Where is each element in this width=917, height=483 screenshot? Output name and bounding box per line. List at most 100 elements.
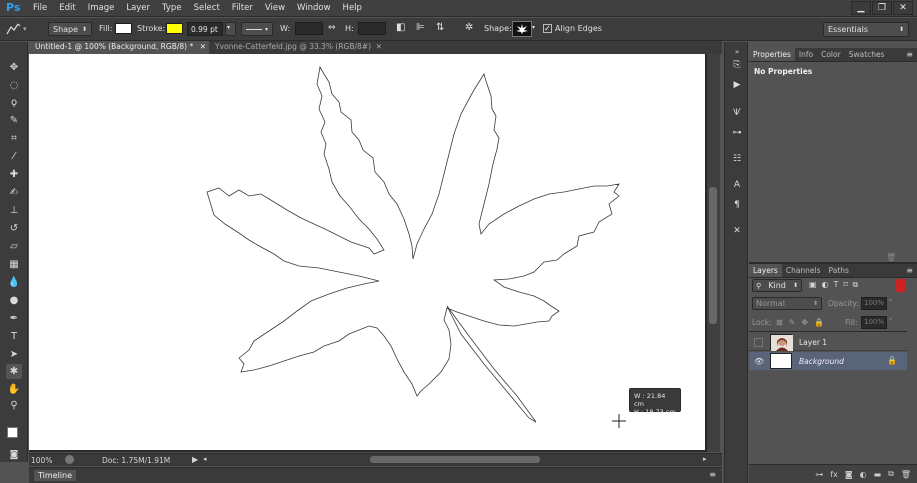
tab-info[interactable]: Info bbox=[795, 48, 817, 61]
lock-position-icon[interactable]: ✥ bbox=[801, 318, 808, 327]
blur-tool-icon[interactable]: 💧 bbox=[6, 275, 22, 290]
stroke-type-select[interactable]: ▾ bbox=[241, 22, 273, 36]
stroke-width-field[interactable]: 0.99 pt bbox=[187, 22, 223, 36]
lasso-tool-icon[interactable]: ϙ bbox=[6, 95, 22, 110]
tab-swatches[interactable]: Swatches bbox=[845, 48, 889, 61]
custom-shape-tool-icon[interactable]: ✱ bbox=[6, 364, 22, 379]
stroke-swatch[interactable] bbox=[166, 23, 183, 34]
tools-crossed-icon[interactable]: ✕ bbox=[730, 224, 744, 237]
menu-filter[interactable]: Filter bbox=[232, 3, 253, 13]
type-tool-icon[interactable]: T bbox=[6, 329, 22, 344]
layer-row-layer-1[interactable]: Layer 1 bbox=[749, 333, 907, 351]
blend-mode-select[interactable]: Normal ⬍ bbox=[752, 297, 822, 310]
horizontal-scroll-thumb[interactable] bbox=[370, 456, 540, 463]
panel-menu-icon[interactable]: ≡ bbox=[902, 48, 917, 61]
filter-smart-icon[interactable]: ⧉ bbox=[853, 280, 859, 290]
path-alignment-icon[interactable]: ⊫ bbox=[416, 22, 425, 33]
clone-source-icon[interactable]: ⊶ bbox=[730, 126, 744, 139]
tab-color[interactable]: Color bbox=[817, 48, 845, 61]
new-group-icon[interactable]: ▬ bbox=[874, 470, 882, 479]
tool-preset-picker[interactable]: ▾ bbox=[3, 21, 41, 37]
width-field[interactable] bbox=[295, 22, 323, 35]
quick-mask-icon[interactable]: ◙ bbox=[6, 447, 22, 462]
path-operations-icon[interactable]: ◧ bbox=[396, 22, 405, 33]
lock-transparent-icon[interactable]: ⊠ bbox=[776, 318, 783, 327]
shape-picker[interactable] bbox=[512, 21, 532, 37]
clone-stamp-tool-icon[interactable]: ⊥ bbox=[6, 203, 22, 218]
collapse-icon[interactable]: » bbox=[730, 45, 744, 58]
tab-paths[interactable]: Paths bbox=[825, 264, 853, 277]
paragraph-panel-icon[interactable]: ¶ bbox=[730, 198, 744, 211]
foreground-color-swatch[interactable] bbox=[7, 427, 18, 438]
menu-layer[interactable]: Layer bbox=[126, 3, 150, 13]
filter-toggle[interactable] bbox=[896, 279, 906, 292]
fill-swatch[interactable] bbox=[115, 23, 132, 34]
fill-field[interactable]: 100% bbox=[861, 316, 887, 329]
new-layer-icon[interactable]: ⧉ bbox=[888, 469, 894, 479]
dodge-tool-icon[interactable]: ● bbox=[6, 293, 22, 308]
close-tab-icon[interactable]: ✕ bbox=[200, 42, 206, 51]
filter-type-icon[interactable]: T bbox=[834, 280, 839, 290]
scroll-right-icon[interactable]: ▸ bbox=[703, 455, 707, 463]
layer-row-background[interactable]: 👁 Background 🔒 bbox=[749, 352, 907, 370]
menu-file[interactable]: File bbox=[33, 3, 47, 13]
close-tab-icon[interactable]: ✕ bbox=[376, 42, 382, 51]
brush-tool-icon[interactable]: ✍ bbox=[6, 185, 22, 200]
menu-edit[interactable]: Edit bbox=[59, 3, 75, 13]
document-canvas[interactable] bbox=[29, 54, 705, 450]
hand-tool-icon[interactable]: ✋ bbox=[6, 382, 22, 397]
height-field[interactable] bbox=[358, 22, 386, 35]
minimize-button[interactable]: ▁ bbox=[851, 1, 871, 15]
lock-all-icon[interactable]: 🔒 bbox=[814, 318, 824, 327]
tab-channels[interactable]: Channels bbox=[782, 264, 825, 277]
lock-pixels-icon[interactable]: ✎ bbox=[789, 318, 796, 327]
gradient-tool-icon[interactable]: ▦ bbox=[6, 257, 22, 272]
layer-filter-kind[interactable]: ⚲ Kind ⬍ bbox=[752, 279, 802, 292]
healing-brush-tool-icon[interactable]: ✚ bbox=[6, 167, 22, 182]
panel-menu-icon[interactable]: ≡ bbox=[902, 264, 917, 277]
zoom-tool-icon[interactable]: ⚲ bbox=[6, 398, 22, 413]
pen-tool-icon[interactable]: ✒ bbox=[6, 311, 22, 326]
tab-layers[interactable]: Layers bbox=[749, 264, 782, 277]
close-window-button[interactable]: ✕ bbox=[893, 1, 913, 15]
workspace-select[interactable]: Essentials ⬍ bbox=[823, 22, 909, 37]
crop-tool-icon[interactable]: ⌗ bbox=[6, 131, 22, 146]
history-brush-tool-icon[interactable]: ↺ bbox=[6, 221, 22, 236]
panel-menu-icon[interactable]: ≡ bbox=[709, 470, 716, 479]
stroke-width-dropdown[interactable]: ▾ bbox=[225, 22, 236, 36]
filter-adjust-icon[interactable]: ◐ bbox=[822, 280, 829, 290]
tab-untitled[interactable]: Untitled-1 @ 100% (Background, RGB/8) * … bbox=[29, 41, 209, 54]
status-info-icon[interactable] bbox=[65, 455, 74, 464]
tool-presets-icon[interactable]: ☷ bbox=[730, 152, 744, 165]
align-edges-checkbox[interactable]: ✓ bbox=[543, 24, 552, 33]
path-arrangement-icon[interactable]: ⇅ bbox=[436, 22, 444, 33]
menu-select[interactable]: Select bbox=[194, 3, 220, 13]
path-selection-tool-icon[interactable]: ➤ bbox=[6, 347, 22, 362]
menu-type[interactable]: Type bbox=[162, 3, 182, 13]
quick-select-tool-icon[interactable]: ✎ bbox=[6, 113, 22, 128]
gear-icon[interactable]: ✲ bbox=[465, 22, 473, 33]
brush-panel-icon[interactable]: Ѱ bbox=[730, 106, 744, 119]
move-tool-icon[interactable]: ✥ bbox=[6, 60, 22, 75]
zoom-level[interactable]: 100% bbox=[31, 456, 52, 465]
tab-yvonne[interactable]: Yvonne-Catterfeld.jpg @ 33.3% (RGB/8#) ✕ bbox=[209, 41, 385, 54]
marquee-tool-icon[interactable]: ◌ bbox=[6, 78, 22, 93]
fx-icon[interactable]: fx bbox=[830, 470, 838, 479]
add-mask-icon[interactable]: ◙ bbox=[845, 470, 853, 479]
chevron-down-icon[interactable]: ▾ bbox=[889, 316, 892, 323]
adjustment-layer-icon[interactable]: ◐ bbox=[860, 470, 867, 479]
menu-view[interactable]: View bbox=[265, 3, 285, 13]
filter-shape-icon[interactable]: ⌑ bbox=[843, 280, 847, 290]
eye-icon[interactable]: 👁 bbox=[754, 357, 764, 366]
visibility-toggle[interactable] bbox=[754, 338, 763, 347]
mode-select[interactable]: Shape ⬍ bbox=[48, 22, 92, 36]
scroll-left-icon[interactable]: ◂ bbox=[203, 455, 207, 463]
eyedropper-tool-icon[interactable]: ⁄ bbox=[6, 149, 22, 164]
status-menu-arrow-icon[interactable]: ▶ bbox=[192, 455, 198, 464]
chevron-down-icon[interactable]: ▾ bbox=[532, 24, 535, 31]
link-icon[interactable]: ⇔ bbox=[328, 23, 336, 33]
menu-window[interactable]: Window bbox=[297, 3, 331, 13]
actions-panel-icon[interactable]: ▶ bbox=[730, 78, 744, 91]
link-layers-icon[interactable]: ⊶ bbox=[815, 470, 823, 479]
opacity-field[interactable]: 100% bbox=[861, 297, 887, 310]
